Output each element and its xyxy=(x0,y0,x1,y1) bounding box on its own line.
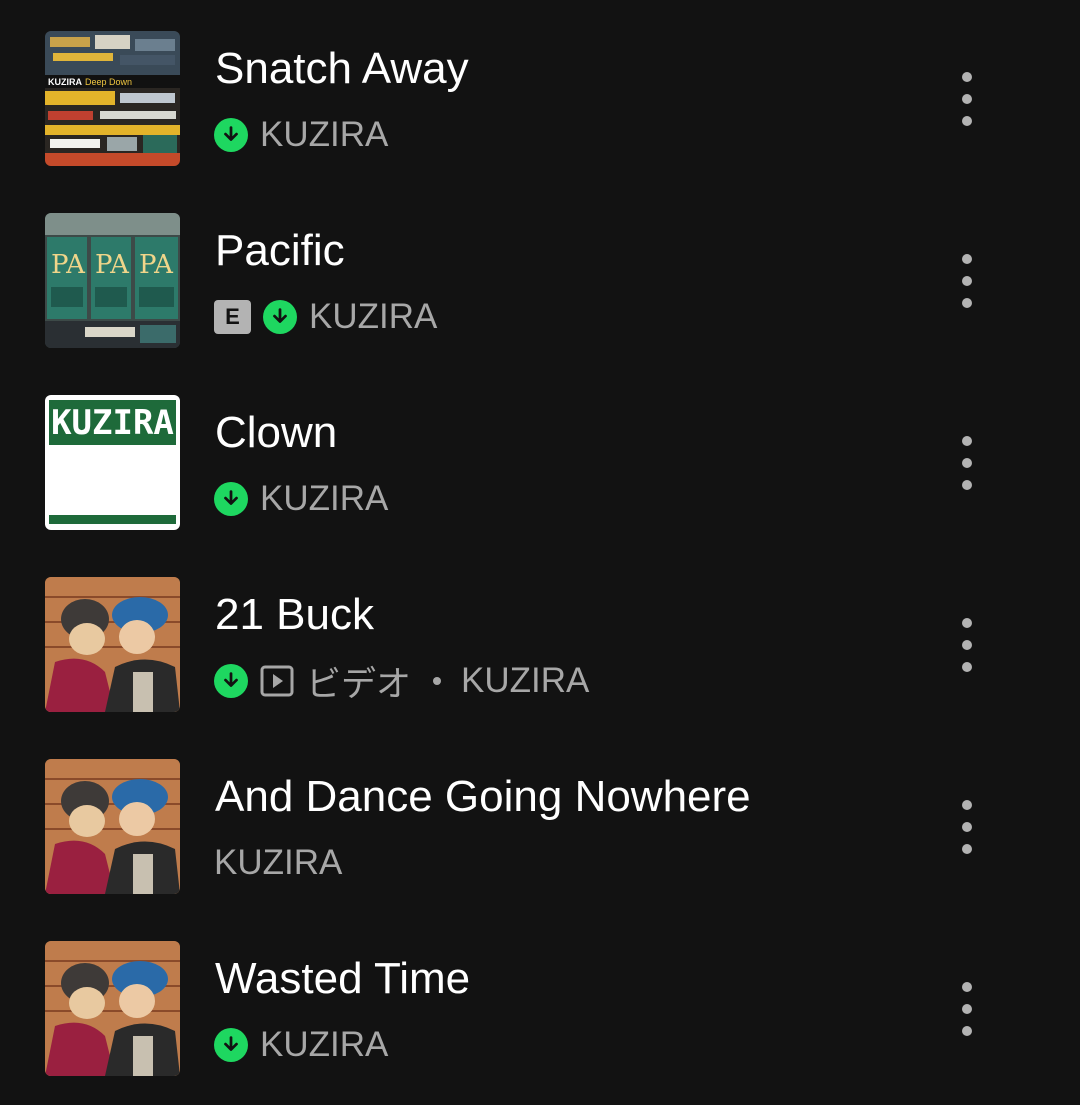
more-dot-icon xyxy=(962,822,972,832)
album-art: KUZIRA xyxy=(45,395,180,530)
album-illustration-icon xyxy=(45,759,180,894)
more-options-button[interactable] xyxy=(945,423,989,503)
downloaded-icon xyxy=(214,664,248,698)
downloaded-icon xyxy=(214,118,248,152)
more-dot-icon xyxy=(962,254,972,264)
more-dot-icon xyxy=(962,662,972,672)
track-artist[interactable]: KUZIRA xyxy=(260,1025,388,1065)
track-row[interactable]: Wasted Time KUZIRA xyxy=(0,941,1080,1105)
more-dot-icon xyxy=(962,844,972,854)
track-meta: KUZIRA xyxy=(214,477,388,521)
more-dot-icon xyxy=(962,1026,972,1036)
track-meta: E KUZIRA xyxy=(214,295,437,339)
album-illustration-icon xyxy=(45,577,180,712)
track-artist[interactable]: KUZIRA xyxy=(260,479,388,519)
more-dot-icon xyxy=(962,116,972,126)
svg-text:KUZIRA: KUZIRA xyxy=(48,77,82,87)
track-title: And Dance Going Nowhere xyxy=(215,772,751,821)
track-row[interactable]: And Dance Going Nowhere KUZIRA xyxy=(0,759,1080,941)
svg-text:Deep Down: Deep Down xyxy=(85,77,132,87)
video-label: ビデオ xyxy=(306,664,412,704)
track-row[interactable]: 21 Buck ビデオ KUZIRA xyxy=(0,577,1080,759)
more-dot-icon xyxy=(962,618,972,628)
downloaded-icon xyxy=(214,1028,248,1062)
svg-text:PA: PA xyxy=(95,250,130,280)
more-dot-icon xyxy=(962,298,972,308)
video-icon xyxy=(260,664,294,698)
track-title: Clown xyxy=(215,408,338,457)
album-art xyxy=(45,941,180,1076)
album-art xyxy=(45,577,180,712)
more-dot-icon xyxy=(962,1004,972,1014)
svg-text:PA: PA xyxy=(51,250,86,280)
track-meta: KUZIRA xyxy=(214,1023,388,1067)
album-deep-down-icon: KUZIRA Deep Down xyxy=(45,31,180,166)
track-meta: KUZIRA xyxy=(214,841,342,885)
more-options-button[interactable] xyxy=(945,241,989,321)
more-dot-icon xyxy=(962,72,972,82)
album-kuzira-icon: KUZIRA xyxy=(45,395,180,530)
more-options-button[interactable] xyxy=(945,605,989,685)
track-title: Wasted Time xyxy=(215,954,471,1003)
more-dot-icon xyxy=(962,436,972,446)
track-meta: KUZIRA xyxy=(214,113,388,157)
track-artist[interactable]: KUZIRA xyxy=(260,115,388,155)
more-dot-icon xyxy=(962,982,972,992)
track-title: 21 Buck xyxy=(215,590,374,639)
track-artist[interactable]: KUZIRA xyxy=(309,297,437,337)
track-row[interactable]: KUZIRA Deep Down Snatch Away KUZIRA xyxy=(0,31,1080,213)
more-dot-icon xyxy=(962,640,972,650)
svg-text:KUZIRA: KUZIRA xyxy=(51,403,174,443)
more-options-button[interactable] xyxy=(945,59,989,139)
album-art xyxy=(45,759,180,894)
more-dot-icon xyxy=(962,480,972,490)
downloaded-icon xyxy=(214,482,248,516)
downloaded-icon xyxy=(263,300,297,334)
track-title: Pacific xyxy=(215,226,345,275)
track-row[interactable]: KUZIRA Clown KUZIRA xyxy=(0,395,1080,577)
more-dot-icon xyxy=(962,800,972,810)
track-title: Snatch Away xyxy=(215,44,469,93)
album-pacific-icon: PA PA PA xyxy=(45,213,180,348)
more-options-button[interactable] xyxy=(945,969,989,1049)
svg-text:PA: PA xyxy=(139,250,174,280)
track-meta: ビデオ KUZIRA xyxy=(214,659,589,704)
track-artist[interactable]: KUZIRA xyxy=(214,843,342,883)
more-dot-icon xyxy=(962,94,972,104)
explicit-badge: E xyxy=(214,300,251,334)
track-row[interactable]: PA PA PA Pacific E KUZIRA xyxy=(0,213,1080,395)
track-list: KUZIRA Deep Down Snatch Away KUZIRA PA P… xyxy=(0,0,1080,1105)
more-dot-icon xyxy=(962,276,972,286)
album-art: KUZIRA Deep Down xyxy=(45,31,180,166)
more-options-button[interactable] xyxy=(945,787,989,867)
separator-dot xyxy=(433,677,442,685)
album-illustration-icon xyxy=(45,941,180,1076)
track-artist[interactable]: KUZIRA xyxy=(461,661,589,701)
more-dot-icon xyxy=(962,458,972,468)
album-art: PA PA PA xyxy=(45,213,180,348)
